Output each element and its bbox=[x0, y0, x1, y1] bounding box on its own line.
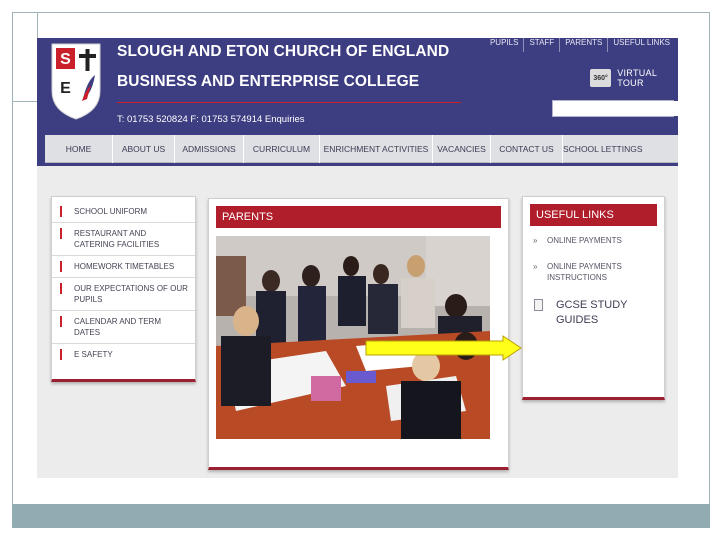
top-links: PUPILS STAFF PARENTS USEFUL LINKS bbox=[485, 38, 675, 52]
useful-links-panel: USEFUL LINKS » ONLINE PAYMENTS » ONLINE … bbox=[522, 196, 665, 400]
left-menu-item-calendar[interactable]: CALENDAR AND TERM DATES bbox=[52, 316, 195, 344]
frame-divider bbox=[12, 101, 38, 102]
search-box bbox=[552, 100, 678, 117]
virtual-tour-link[interactable]: 360° VIRTUAL TOUR bbox=[590, 68, 678, 88]
link-label: ONLINE PAYMENTS INSTRUCTIONS bbox=[547, 262, 622, 282]
school-name-line-2: BUSINESS AND ENTERPRISE COLLEGE bbox=[117, 73, 420, 90]
link-online-payments-instructions[interactable]: » ONLINE PAYMENTS INSTRUCTIONS bbox=[530, 261, 657, 283]
site-header: S E SLOUGH AND ETON CHURCH OF ENGLAND BU… bbox=[37, 38, 678, 166]
search-input[interactable] bbox=[553, 101, 678, 116]
nav-about-us[interactable]: ABOUT US bbox=[113, 135, 175, 163]
left-menu-item-homework[interactable]: HOMEWORK TIMETABLES bbox=[52, 261, 195, 278]
parents-panel-title: PARENTS bbox=[216, 206, 501, 228]
logo-letter-s: S bbox=[60, 51, 71, 68]
left-menu-panel: SCHOOL UNIFORM RESTAURANT AND CATERING F… bbox=[51, 196, 196, 382]
document-icon bbox=[534, 299, 543, 311]
main-navigation: HOME ABOUT US ADMISSIONS CURRICULUM ENRI… bbox=[45, 135, 678, 163]
useful-links-title: USEFUL LINKS bbox=[530, 204, 657, 226]
left-menu-item-expectations[interactable]: OUR EXPECTATIONS OF OUR PUPILS bbox=[52, 283, 195, 311]
header-divider bbox=[117, 102, 461, 103]
virtual-tour-label: VIRTUAL TOUR bbox=[617, 68, 657, 88]
logo-letter-e: E bbox=[60, 80, 71, 97]
link-online-payments[interactable]: » ONLINE PAYMENTS bbox=[530, 235, 657, 246]
arrow-right-icon bbox=[365, 335, 522, 361]
school-crest-logo[interactable]: S E bbox=[49, 41, 103, 121]
left-menu-item-e-safety[interactable]: E SAFETY bbox=[52, 349, 195, 365]
slide-footer-band bbox=[12, 504, 710, 528]
top-link-staff[interactable]: STAFF bbox=[523, 38, 559, 52]
bullet-icon: » bbox=[533, 262, 538, 271]
nav-contact-us[interactable]: CONTACT US bbox=[491, 135, 563, 163]
parents-panel: PARENTS bbox=[208, 198, 509, 470]
nav-enrichment-activities[interactable]: ENRICHMENT ACTIVITIES bbox=[320, 135, 433, 163]
website-screenshot: S E SLOUGH AND ETON CHURCH OF ENGLAND BU… bbox=[37, 38, 678, 478]
bullet-icon: » bbox=[533, 236, 538, 245]
link-gcse-study-guides[interactable]: GCSE STUDY GUIDES bbox=[530, 298, 657, 328]
school-name-line-1: SLOUGH AND ETON CHURCH OF ENGLAND bbox=[117, 43, 450, 60]
nav-home[interactable]: HOME bbox=[45, 135, 113, 163]
nav-curriculum[interactable]: CURRICULUM bbox=[244, 135, 320, 163]
virtual-tour-badge: 360° bbox=[590, 69, 612, 87]
nav-vacancies[interactable]: VACANCIES bbox=[433, 135, 491, 163]
top-link-parents[interactable]: PARENTS bbox=[559, 38, 607, 52]
top-link-pupils[interactable]: PUPILS bbox=[485, 38, 523, 52]
link-label: ONLINE PAYMENTS bbox=[547, 236, 622, 245]
top-link-useful-links[interactable]: USEFUL LINKS bbox=[607, 38, 675, 52]
left-menu-item-restaurant[interactable]: RESTAURANT AND CATERING FACILITIES bbox=[52, 228, 195, 256]
left-menu-item-school-uniform[interactable]: SCHOOL UNIFORM bbox=[52, 206, 195, 223]
contact-details: T: 01753 520824 F: 01753 574914 Enquirie… bbox=[117, 114, 305, 125]
nav-admissions[interactable]: ADMISSIONS bbox=[175, 135, 244, 163]
link-label: GCSE STUDY GUIDES bbox=[556, 299, 628, 326]
nav-school-lettings[interactable]: SCHOOL LETTINGS bbox=[563, 135, 643, 163]
